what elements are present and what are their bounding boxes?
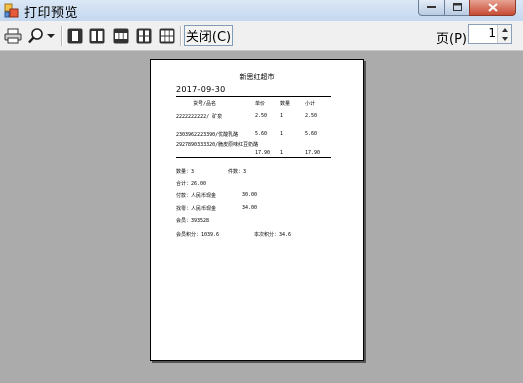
item-qty: 1	[280, 113, 284, 119]
item-qty: 1	[280, 150, 284, 156]
page-number-value[interactable]: 1	[488, 26, 496, 40]
payment-value: 30.00	[242, 192, 258, 198]
item-price: 2.50	[255, 113, 268, 119]
two-pages-button[interactable]	[88, 25, 106, 47]
zoom-dropdown-button[interactable]	[26, 25, 56, 47]
arrow-down-icon	[501, 36, 508, 41]
divider	[176, 96, 331, 97]
maximize-button[interactable]	[444, 0, 470, 16]
item-name: 2222222222/ 矿泉	[176, 114, 223, 120]
toolbar-separator	[61, 26, 63, 46]
divider	[176, 157, 331, 158]
page-spinner-buttons	[497, 25, 511, 43]
page-number-stepper[interactable]: 1	[468, 24, 512, 44]
close-window-button[interactable]	[469, 0, 516, 16]
header-subtotal: 小计	[305, 101, 316, 107]
window-title: 打印预览	[24, 6, 79, 21]
close-icon	[487, 2, 498, 12]
earned-points: 本次积分：34.6	[254, 232, 292, 238]
item-qty: 1	[280, 131, 284, 137]
payment-label: 付款：人民币现金	[176, 193, 217, 199]
print-preview-app-icon	[4, 3, 19, 18]
page-down-button[interactable]	[498, 34, 511, 43]
quantity-summary: 数量：3	[176, 169, 195, 175]
item-price: 5.60	[255, 131, 268, 137]
dropdown-arrow-icon	[47, 33, 55, 38]
one-page-icon	[67, 28, 83, 44]
header-qty: 数量	[280, 101, 291, 107]
toolbar-separator	[180, 26, 182, 46]
item-price: 17.90	[255, 150, 271, 156]
arrow-up-icon	[501, 27, 508, 32]
header-price: 单价	[255, 101, 266, 107]
six-pages-icon	[159, 28, 175, 44]
member-id: 会员：393528	[176, 218, 210, 224]
item-name: 2303962223390/优酸乳酪	[176, 132, 239, 138]
item-subtotal: 5.60	[305, 131, 318, 137]
preview-page: 新思红超市 2017-09-30 货号/品名 单价 数量 小计 22222222…	[150, 59, 364, 361]
receipt-date: 2017-09-30	[176, 85, 226, 94]
page-up-button[interactable]	[498, 25, 511, 34]
minimize-icon	[427, 6, 436, 8]
toolbar: 关闭(C) 页(P) 1	[0, 21, 523, 51]
minimize-button[interactable]	[418, 0, 445, 16]
printer-icon	[4, 28, 22, 44]
maximize-icon	[452, 3, 462, 11]
magnifier-icon	[28, 28, 43, 44]
page-label: 页(P)	[436, 32, 467, 47]
total-summary: 合计：26.00	[176, 181, 207, 187]
item-name: 2927890333320/脆皮原味红豆奶酪	[176, 142, 259, 148]
preview-area[interactable]: 新思红超市 2017-09-30 货号/品名 单价 数量 小计 22222222…	[0, 51, 523, 383]
three-pages-button[interactable]	[112, 25, 130, 47]
close-preview-button[interactable]: 关闭(C)	[184, 25, 233, 46]
count-summary: 件数：3	[228, 169, 247, 175]
member-points: 会员积分：1039.6	[176, 232, 220, 238]
item-subtotal: 17.90	[305, 150, 321, 156]
three-pages-icon	[113, 28, 129, 44]
four-pages-icon	[136, 28, 152, 44]
two-pages-icon	[89, 28, 105, 44]
change-value: 34.00	[242, 205, 258, 211]
six-pages-button[interactable]	[158, 25, 176, 47]
item-subtotal: 2.50	[305, 113, 318, 119]
header-item: 货号/品名	[193, 101, 217, 107]
store-name: 新思红超市	[239, 73, 275, 81]
title-bar: 打印预览	[0, 0, 523, 22]
receipt: 新思红超市 2017-09-30 货号/品名 单价 数量 小计 22222222…	[151, 60, 363, 360]
change-label: 找零：人民币现金	[176, 206, 217, 212]
print-button[interactable]	[3, 25, 23, 47]
four-pages-button[interactable]	[135, 25, 153, 47]
one-page-button[interactable]	[66, 25, 84, 47]
